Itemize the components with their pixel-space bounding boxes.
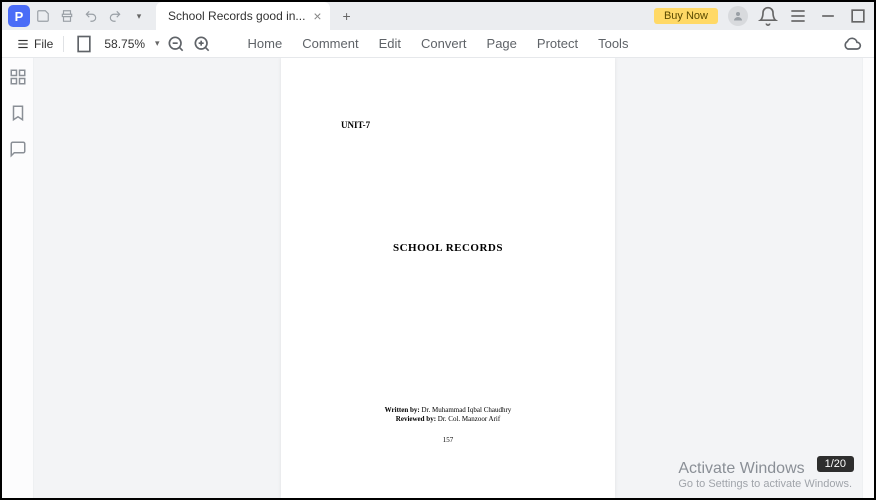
menu-home[interactable]: Home (248, 36, 283, 51)
menu-icon[interactable] (788, 6, 808, 26)
file-label: File (34, 37, 53, 51)
reviewed-by-label: Reviewed by: (396, 415, 436, 423)
dropdown-icon[interactable]: ▾ (128, 5, 150, 27)
page-indicator[interactable]: 1/20 (817, 456, 854, 472)
buy-now-button[interactable]: Buy Now (654, 8, 718, 24)
zoom-out-icon[interactable] (166, 34, 186, 54)
zoom-level[interactable]: 58.75% (100, 37, 149, 51)
close-icon[interactable]: × (313, 8, 321, 24)
menu-convert[interactable]: Convert (421, 36, 467, 51)
tab-title: School Records good in... (168, 9, 305, 23)
left-sidebar (2, 58, 34, 498)
document-title: SCHOOL RECORDS (281, 242, 615, 254)
toolbar: File 58.75% ▾ Home Comment Edit Convert … (2, 30, 874, 58)
comment-icon[interactable] (9, 140, 27, 158)
titlebar-left: P ▾ (2, 5, 150, 27)
toolbar-left: File 58.75% ▾ (2, 34, 212, 54)
avatar[interactable] (728, 6, 748, 26)
menu-protect[interactable]: Protect (537, 36, 578, 51)
save-icon[interactable] (32, 5, 54, 27)
right-sidebar (862, 58, 874, 498)
written-by-value: Dr. Muhammad Iqbal Chaudhry (420, 406, 512, 414)
unit-heading: UNIT-7 (341, 120, 370, 130)
divider (63, 36, 64, 52)
workspace: UNIT-7 SCHOOL RECORDS Written by: Dr. Mu… (2, 58, 874, 498)
menu-edit[interactable]: Edit (379, 36, 401, 51)
document-canvas[interactable]: UNIT-7 SCHOOL RECORDS Written by: Dr. Mu… (34, 58, 862, 498)
redo-icon[interactable] (104, 5, 126, 27)
document-page: UNIT-7 SCHOOL RECORDS Written by: Dr. Mu… (281, 58, 615, 498)
menu-comment[interactable]: Comment (302, 36, 358, 51)
written-by-label: Written by: (385, 406, 420, 414)
app-logo[interactable]: P (8, 5, 30, 27)
titlebar-right: Buy Now (654, 2, 868, 30)
authors-block: Written by: Dr. Muhammad Iqbal Chaudhry … (281, 406, 615, 424)
page-number: 157 (281, 436, 615, 444)
reviewed-by-value: Dr. Col. Manzoor Arif (436, 415, 500, 423)
view-mode-icon[interactable] (74, 34, 94, 54)
thumbnails-icon[interactable] (9, 68, 27, 86)
minimize-icon[interactable] (818, 6, 838, 26)
menu-tools[interactable]: Tools (598, 36, 628, 51)
undo-icon[interactable] (80, 5, 102, 27)
menu-page[interactable]: Page (487, 36, 517, 51)
maximize-icon[interactable] (848, 6, 868, 26)
bell-icon[interactable] (758, 6, 778, 26)
print-icon[interactable] (56, 5, 78, 27)
zoom-dropdown-icon[interactable]: ▾ (155, 38, 160, 49)
zoom-in-icon[interactable] (192, 34, 212, 54)
titlebar: P ▾ School Records good in... × + Buy No… (2, 2, 874, 30)
tab-active[interactable]: School Records good in... × (156, 2, 330, 30)
add-tab-button[interactable]: + (336, 5, 358, 27)
menubar: Home Comment Edit Convert Page Protect T… (248, 36, 629, 51)
bookmark-icon[interactable] (9, 104, 27, 122)
cloud-icon[interactable] (842, 34, 862, 54)
file-menu[interactable]: File (16, 37, 53, 51)
